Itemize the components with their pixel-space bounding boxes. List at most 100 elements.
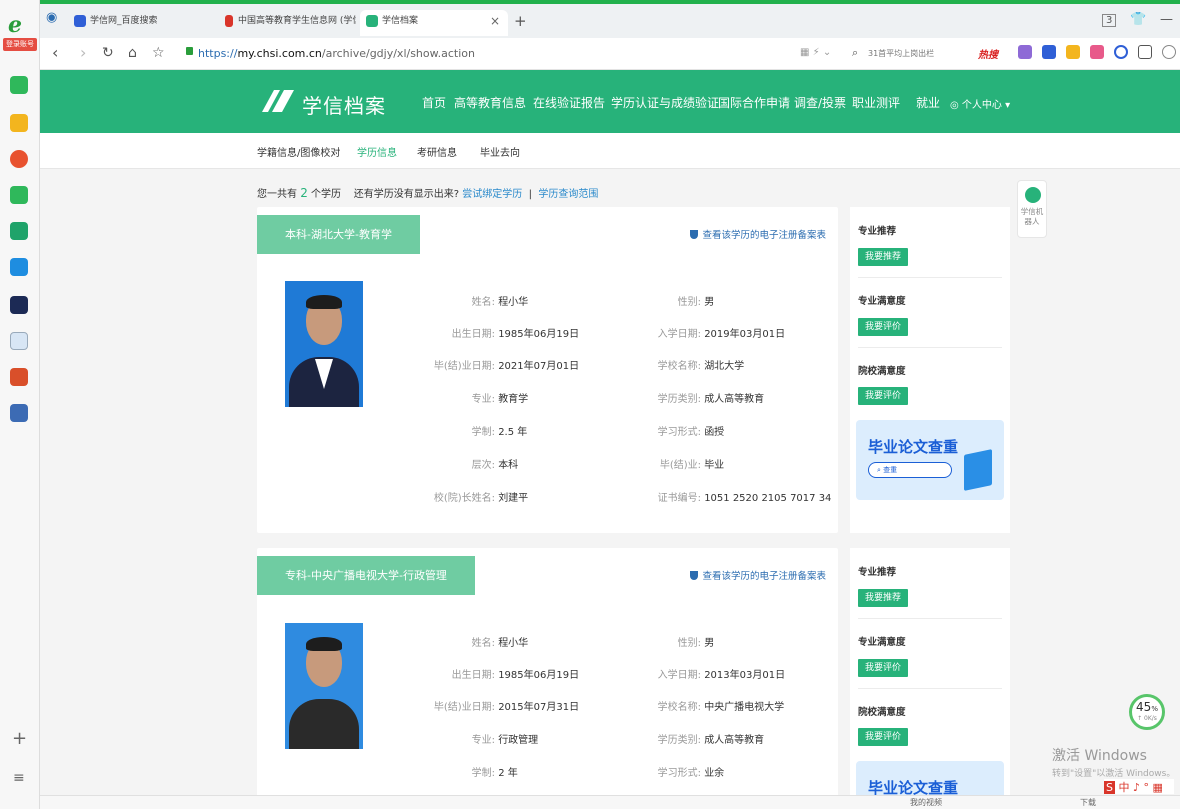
student-photo bbox=[285, 281, 363, 407]
scissors-icon[interactable] bbox=[1018, 45, 1032, 59]
verify-record-link[interactable]: 查看该学历的电子注册备案表 bbox=[690, 568, 826, 582]
windows-watermark-sub: 转到"设置"以激活 Windows。 bbox=[1052, 769, 1176, 779]
field-grad-date: 毕(结)业日期: 2021年07月01日 bbox=[433, 361, 580, 372]
field-level: 层次: 本科 bbox=[471, 460, 519, 471]
subnav-postgrad[interactable]: 考研信息 bbox=[417, 144, 457, 159]
query-scope-link[interactable]: 学历查询范围 bbox=[538, 189, 598, 200]
robot-icon bbox=[1025, 187, 1041, 203]
field-president: 校(院)长姓名: 刘建平 bbox=[433, 493, 529, 504]
major-satisfaction-title: 专业满意度 bbox=[858, 637, 906, 648]
add-sidebar-icon[interactable]: + bbox=[12, 728, 27, 749]
login-badge[interactable]: 登录账号 bbox=[3, 38, 37, 51]
rate-major-button[interactable]: 我要评价 bbox=[858, 318, 908, 336]
tab-chsi[interactable]: 中国高等教育学生信息网 (学信 bbox=[216, 10, 356, 36]
field-enroll: 入学日期: 2019年03月01日 bbox=[657, 329, 786, 340]
app-green-icon[interactable] bbox=[10, 186, 28, 204]
url-input[interactable]: https://my.chsi.com.cn/archive/gdjy/xl/s… bbox=[198, 47, 475, 60]
tab-archive[interactable]: 学信档案 × bbox=[360, 10, 508, 36]
minimize-icon[interactable]: — bbox=[1160, 12, 1173, 27]
close-tab-icon[interactable]: × bbox=[490, 10, 500, 32]
degree-count-line: 您一共有 2 个学历 还有学历没有显示出来? 尝试绑定学历 | 学历查询范围 bbox=[257, 186, 599, 200]
chsi-logo-icon bbox=[366, 15, 378, 27]
shield-nav-icon[interactable]: ◉ bbox=[46, 10, 57, 25]
site-header: 学信档案 首页 高等教育信息 在线验证报告 学历认证与成绩验证 国际合作申请 调… bbox=[40, 70, 1180, 142]
shield-tool-icon[interactable] bbox=[1066, 45, 1080, 59]
shield-icon bbox=[690, 230, 699, 239]
field-gender: 性别: 男 bbox=[677, 638, 715, 649]
nav-intl[interactable]: 国际合作申请 bbox=[718, 94, 790, 111]
site-brand[interactable]: 学信档案 bbox=[302, 90, 386, 119]
hot-search-link[interactable]: 热搜 bbox=[978, 46, 998, 61]
field-birth: 出生日期: 1985年06月19日 bbox=[451, 329, 580, 340]
subnav-degree[interactable]: 学历信息 bbox=[357, 144, 397, 159]
forward-icon[interactable]: › bbox=[80, 43, 86, 62]
weibo-icon[interactable] bbox=[10, 150, 28, 168]
nav-higher-edu[interactable]: 高等教育信息 bbox=[454, 94, 526, 142]
major-recommend-title: 专业推荐 bbox=[858, 567, 897, 578]
degree-card-title: 本科-湖北大学-教育学 bbox=[257, 215, 420, 254]
robot-assistant-button[interactable]: 学信机器人 bbox=[1017, 180, 1047, 238]
apps-icon[interactable] bbox=[1138, 45, 1152, 59]
ad-search-box[interactable]: ⌕ 查重 bbox=[868, 462, 952, 478]
game-tool-icon[interactable] bbox=[1090, 45, 1104, 59]
reader-icon[interactable]: ▦ ⚡ ⌄ bbox=[800, 47, 831, 58]
favorites-icon[interactable] bbox=[10, 114, 28, 132]
field-category: 学历类别: 成人高等教育 bbox=[657, 735, 765, 746]
menu-icon[interactable]: ≡ bbox=[13, 770, 25, 786]
translate-icon[interactable] bbox=[10, 76, 28, 94]
school-satisfaction-title: 院校满意度 bbox=[858, 707, 906, 718]
app-loop-icon[interactable] bbox=[10, 222, 28, 240]
degree-sidebar: 专业推荐 我要推荐 专业满意度 我要评价 院校满意度 我要评价 毕业论文查重 ⌕… bbox=[850, 207, 1010, 533]
notes-icon[interactable] bbox=[10, 332, 28, 350]
degree-card-title: 专科-中央广播电视大学-行政管理 bbox=[257, 556, 475, 595]
game-icon[interactable] bbox=[10, 368, 28, 386]
try-bind-link[interactable]: 尝试绑定学历 bbox=[462, 189, 522, 200]
degree-card: 专科-中央广播电视大学-行政管理 查看该学历的电子注册备案表 姓名: 程小华 出… bbox=[257, 548, 838, 798]
verify-record-link[interactable]: 查看该学历的电子注册备案表 bbox=[690, 227, 826, 241]
my-video-link[interactable]: 我的视频 bbox=[910, 797, 942, 808]
app-p-icon[interactable] bbox=[10, 258, 28, 276]
star-icon[interactable]: ☆ bbox=[152, 45, 165, 61]
ime-toolbar[interactable]: S 中 ♪ ° ▦ bbox=[1104, 779, 1174, 794]
rate-school-button[interactable]: 我要评价 bbox=[858, 387, 908, 405]
app-dark-icon[interactable] bbox=[10, 296, 28, 314]
shirt-icon[interactable]: 👕 bbox=[1130, 12, 1146, 27]
nav-home[interactable]: 首页 bbox=[422, 94, 446, 111]
thesis-check-ad[interactable]: 毕业论文查重 ⌕ 查重 bbox=[856, 420, 1004, 500]
download-link[interactable]: 下载 bbox=[1080, 797, 1096, 808]
nav-jobs[interactable]: 就业 bbox=[916, 94, 940, 111]
nav-verify-report[interactable]: 在线验证报告 bbox=[533, 94, 605, 111]
browser-logo-icon[interactable]: e bbox=[8, 12, 32, 38]
nav-user-center[interactable]: ◎ 个人中心 ▾ bbox=[950, 96, 1010, 111]
settings-icon[interactable] bbox=[1162, 45, 1176, 59]
rate-major-button[interactable]: 我要评价 bbox=[858, 659, 908, 677]
field-study-form: 学习形式: 业余 bbox=[657, 768, 725, 779]
search-input[interactable]: 31首平均上岗出栏 bbox=[852, 44, 972, 64]
reload-icon[interactable]: ↻ bbox=[102, 45, 114, 61]
field-name: 姓名: 程小华 bbox=[471, 638, 529, 649]
field-duration: 学制: 2 年 bbox=[471, 768, 518, 779]
field-grad-status: 毕(结)业: 毕业 bbox=[659, 460, 725, 471]
rate-school-button[interactable]: 我要评价 bbox=[858, 728, 908, 746]
browser-sidebar: e 登录账号 + ≡ bbox=[0, 0, 40, 809]
field-major: 专业: 行政管理 bbox=[471, 735, 539, 746]
new-tab-button[interactable]: + bbox=[514, 12, 527, 30]
board-illustration-icon bbox=[964, 449, 992, 491]
nav-career-test[interactable]: 职业测评 bbox=[852, 94, 900, 111]
search-tool-icon[interactable] bbox=[1114, 45, 1128, 59]
home-icon[interactable]: ⌂ bbox=[128, 45, 137, 61]
subnav-status[interactable]: 学籍信息/图像校对 bbox=[257, 144, 340, 159]
subnav-destination[interactable]: 毕业去向 bbox=[480, 144, 520, 159]
network-speed-widget[interactable]: 45% ↑ 0K/s bbox=[1129, 694, 1165, 730]
tab-baidu[interactable]: 学信网_百度搜索 bbox=[68, 10, 208, 36]
recommend-button[interactable]: 我要推荐 bbox=[858, 248, 908, 266]
nav-survey[interactable]: 调查/投票 bbox=[794, 94, 846, 111]
field-study-form: 学习形式: 函授 bbox=[657, 427, 725, 438]
nav-cert[interactable]: 学历认证与成绩验证 bbox=[611, 94, 719, 111]
recommend-button[interactable]: 我要推荐 bbox=[858, 589, 908, 607]
tab-count[interactable]: 3 bbox=[1102, 14, 1117, 27]
game2-icon[interactable] bbox=[10, 404, 28, 422]
collect-icon[interactable] bbox=[1042, 45, 1056, 59]
windows-watermark: 激活 Windows bbox=[1052, 748, 1147, 764]
back-icon[interactable]: ‹ bbox=[52, 43, 58, 62]
